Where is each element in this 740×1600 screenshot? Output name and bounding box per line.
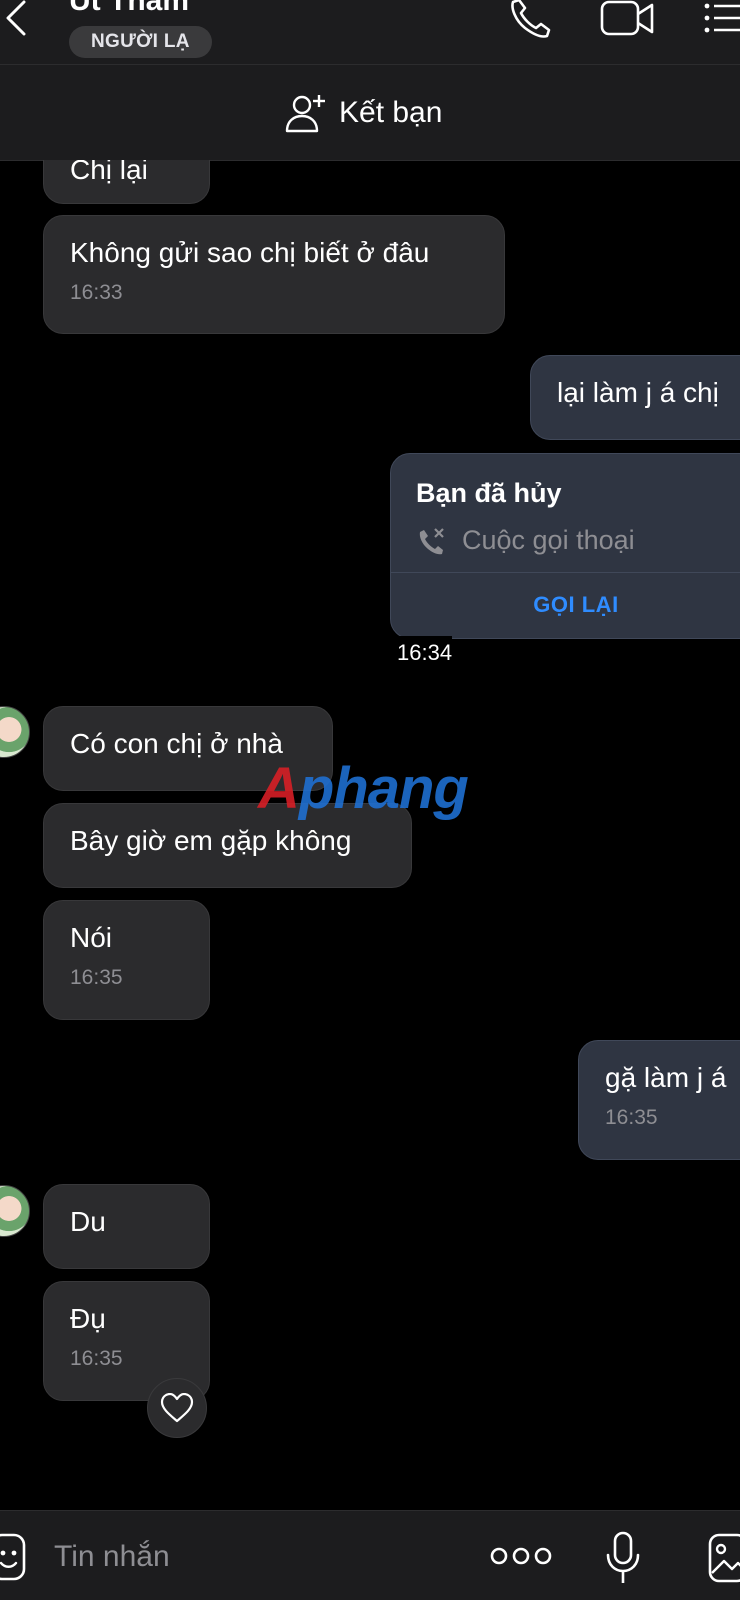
more-dots-icon <box>490 1547 552 1565</box>
message-text: Không gửi sao chị biết ở đâu <box>70 237 430 268</box>
call-type: Cuộc gọi thoại <box>416 525 635 556</box>
stranger-badge: NGƯỜI LẠ <box>69 26 212 58</box>
add-friend-bar: Kết bạn <box>0 65 740 161</box>
add-user-icon <box>285 95 325 133</box>
message-bubble-outgoing[interactable]: lại làm j á chị <box>530 355 740 440</box>
message-list[interactable]: Chị lại Không gửi sao chị biết ở đâu 16:… <box>0 160 740 1510</box>
contact-avatar[interactable] <box>0 1185 30 1237</box>
message-text: Chị lại <box>70 160 148 185</box>
list-menu-icon <box>704 3 740 33</box>
contact-name[interactable]: Út Thắm <box>69 0 189 18</box>
message-bubble-incoming[interactable]: Du <box>43 1184 210 1269</box>
sticker-icon <box>0 1533 26 1581</box>
message-time: 16:35 <box>70 966 123 989</box>
watermark-logo: Aphang <box>258 756 469 821</box>
message-input[interactable] <box>52 1531 456 1583</box>
microphone-icon <box>606 1531 640 1583</box>
message-bubble-incoming[interactable]: Chị lại <box>43 160 210 204</box>
add-friend-button[interactable]: Kết bạn <box>285 92 442 134</box>
message-bubble-incoming[interactable]: Nói 16:35 <box>43 900 210 1020</box>
video-call-button[interactable] <box>600 0 654 40</box>
more-options-button[interactable] <box>490 1541 552 1571</box>
message-text: Du <box>70 1206 106 1237</box>
send-image-button[interactable] <box>708 1533 740 1583</box>
sticker-button[interactable] <box>0 1533 30 1581</box>
phone-icon <box>511 0 551 38</box>
message-bubble-outgoing[interactable]: gặ làm j á 16:35 <box>578 1040 740 1160</box>
image-icon <box>708 1533 740 1583</box>
call-log-card[interactable]: Bạn đã hủy Cuộc gọi thoại GỌI LẠI <box>390 453 740 639</box>
voice-call-button[interactable] <box>505 0 555 40</box>
contact-avatar[interactable] <box>0 706 30 758</box>
call-back-button[interactable]: GỌI LẠI <box>391 572 740 638</box>
call-time: 16:34 <box>397 636 453 670</box>
chevron-left-icon <box>6 0 26 36</box>
reaction-button[interactable] <box>147 1378 207 1438</box>
message-text: gặ làm j á <box>605 1062 727 1093</box>
chat-header: Út Thắm NGƯỜI LẠ <box>0 0 740 65</box>
message-composer <box>0 1510 740 1600</box>
call-status-title: Bạn đã hủy <box>416 478 562 508</box>
voice-message-button[interactable] <box>605 1531 641 1585</box>
call-type-label: Cuộc gọi thoại <box>462 525 635 555</box>
message-time: 16:35 <box>70 1347 123 1370</box>
message-text: Đụ <box>70 1303 106 1334</box>
message-text: Nói <box>70 922 113 953</box>
message-time: 16:33 <box>70 281 123 304</box>
back-button[interactable] <box>0 0 40 40</box>
chat-menu-button[interactable] <box>703 0 740 40</box>
heart-icon <box>160 1393 194 1423</box>
message-text: lại làm j á chị <box>557 377 719 408</box>
video-camera-icon <box>600 0 654 36</box>
chat-screen: Út Thắm NGƯỜI LẠ Kết bạn Chị lại Không g… <box>0 0 740 1600</box>
message-bubble-incoming[interactable]: Không gửi sao chị biết ở đâu 16:33 <box>43 215 505 334</box>
message-text: Bây giờ em gặp không <box>70 825 352 856</box>
message-time: 16:35 <box>605 1106 658 1129</box>
phone-cancel-icon <box>419 527 444 554</box>
add-friend-label: Kết bạn <box>339 96 443 129</box>
